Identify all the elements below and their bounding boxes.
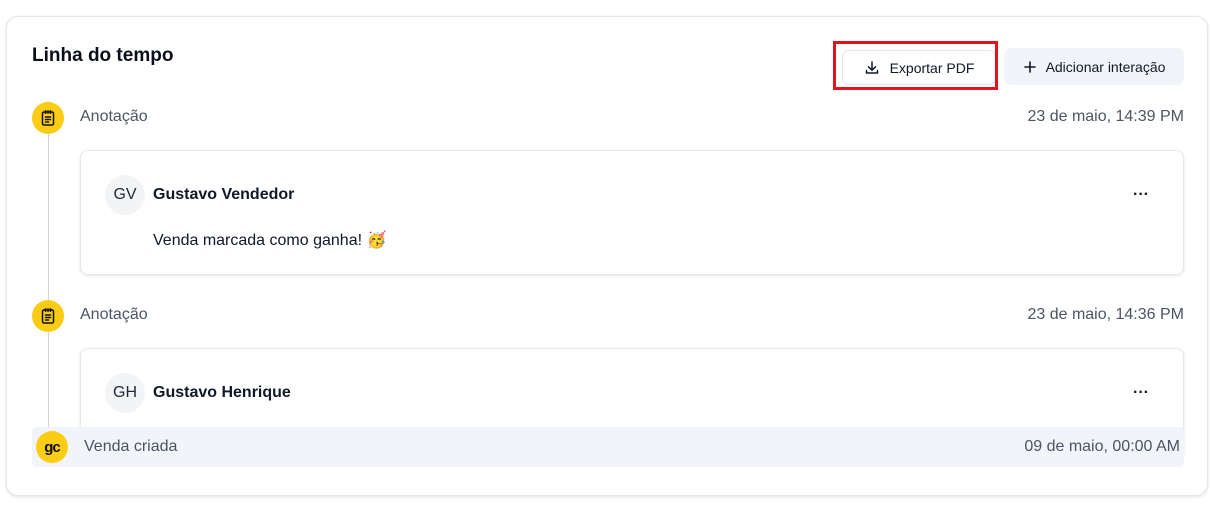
export-pdf-label: Exportar PDF <box>889 59 975 76</box>
deal-created-row: gc Venda criada 09 de maio, 00:00 AM <box>32 427 1184 467</box>
author-name: Gustavo Henrique <box>153 384 291 401</box>
event-date: 23 de maio, 14:36 PM <box>1027 306 1184 323</box>
event-date: 23 de maio, 14:39 PM <box>1027 108 1184 125</box>
more-options-button[interactable]: ··· <box>1129 185 1153 205</box>
add-interaction-button[interactable]: Adicionar interação <box>1004 48 1184 85</box>
deal-created-date: 09 de maio, 00:00 AM <box>1024 438 1180 455</box>
page-title: Linha do tempo <box>32 45 174 66</box>
export-pdf-button[interactable]: Exportar PDF <box>842 50 996 85</box>
avatar: GH <box>105 373 145 413</box>
more-options-button[interactable]: ··· <box>1129 383 1153 403</box>
add-interaction-label: Adicionar interação <box>1045 58 1166 75</box>
note-text: Venda marcada como ganha! 🥳 <box>153 232 387 249</box>
timeline-connector <box>48 331 49 429</box>
note-card: GV Gustavo Vendedor ··· Venda marcada co… <box>80 150 1184 275</box>
plus-icon <box>1023 60 1037 74</box>
author-name: Gustavo Vendedor <box>153 186 295 203</box>
event-type-label: Anotação <box>80 306 148 323</box>
note-icon <box>32 300 64 332</box>
timeline-connector <box>48 133 49 301</box>
timeline-panel: Linha do tempo Exportar PDF Adicionar in… <box>6 16 1208 496</box>
event-type-label: Anotação <box>80 108 148 125</box>
note-icon <box>32 102 64 134</box>
download-icon <box>864 60 880 76</box>
avatar: GV <box>105 175 145 215</box>
gc-logo: gc <box>36 431 68 463</box>
deal-created-label: Venda criada <box>84 438 178 455</box>
